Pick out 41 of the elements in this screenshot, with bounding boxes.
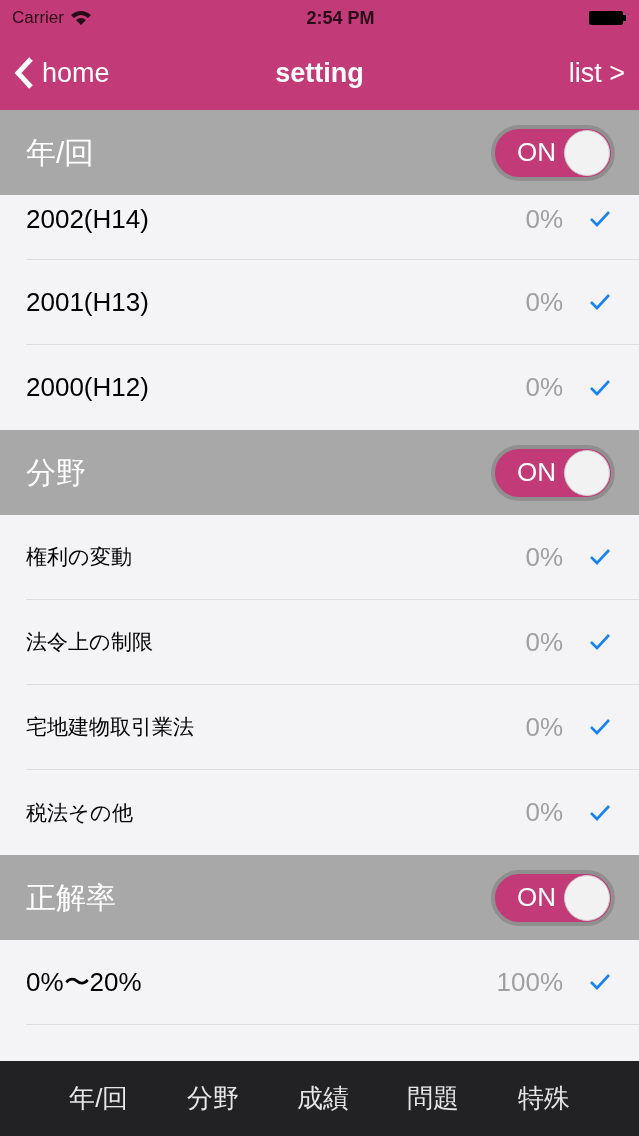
toggle-switch[interactable]: ON [491, 869, 615, 926]
percent-value: 0% [525, 540, 563, 574]
toggle-label: ON [517, 881, 556, 914]
row-label: 2000(H12) [26, 371, 149, 404]
section-title: 年/回 [26, 135, 95, 171]
toggle-switch[interactable]: ON [491, 124, 615, 181]
percent-value: 0% [525, 371, 563, 404]
nav-title: setting [275, 56, 364, 90]
toggle-knob-icon [564, 449, 610, 496]
carrier-label: Carrier [12, 7, 64, 30]
toggle-label: ON [517, 456, 556, 489]
tab-item[interactable]: 問題 [407, 1079, 460, 1118]
toggle-knob-icon [564, 129, 610, 176]
battery-icon [589, 10, 627, 26]
clock-time: 2:54 PM [306, 6, 375, 30]
percent-value: 0% [525, 625, 563, 659]
percent-value: 100% [496, 965, 563, 999]
chevron-left-icon [14, 56, 34, 90]
list-button[interactable]: list > [568, 52, 625, 94]
tab-item[interactable]: 年/回 [69, 1079, 129, 1118]
row-label: 2002(H14) [26, 202, 149, 236]
toggle-switch[interactable]: ON [491, 444, 615, 501]
wifi-icon [69, 10, 92, 26]
row-label: 税法その他 [26, 799, 133, 826]
toggle-label: ON [517, 136, 556, 169]
percent-value: 0% [525, 285, 563, 319]
toggle-knob-icon [564, 874, 610, 921]
tab-item[interactable]: 特殊 [517, 1079, 570, 1118]
row-label: 宅地建物取引業法 [26, 714, 194, 741]
row-label: 法令上の制限 [26, 629, 153, 656]
tab-item[interactable]: 成績 [297, 1079, 350, 1118]
section-title: 正解率 [26, 880, 116, 916]
section-title: 分野 [26, 455, 86, 491]
percent-value: 0% [525, 202, 563, 236]
tab-item[interactable]: 分野 [186, 1079, 239, 1118]
percent-value: 0% [525, 796, 563, 829]
row-label: 2001(H13) [26, 285, 149, 319]
back-button[interactable]: home [14, 52, 110, 94]
row-label: 0%〜20% [26, 965, 142, 999]
percent-value: 0% [525, 710, 563, 744]
row-label: 権利の変動 [26, 544, 132, 571]
